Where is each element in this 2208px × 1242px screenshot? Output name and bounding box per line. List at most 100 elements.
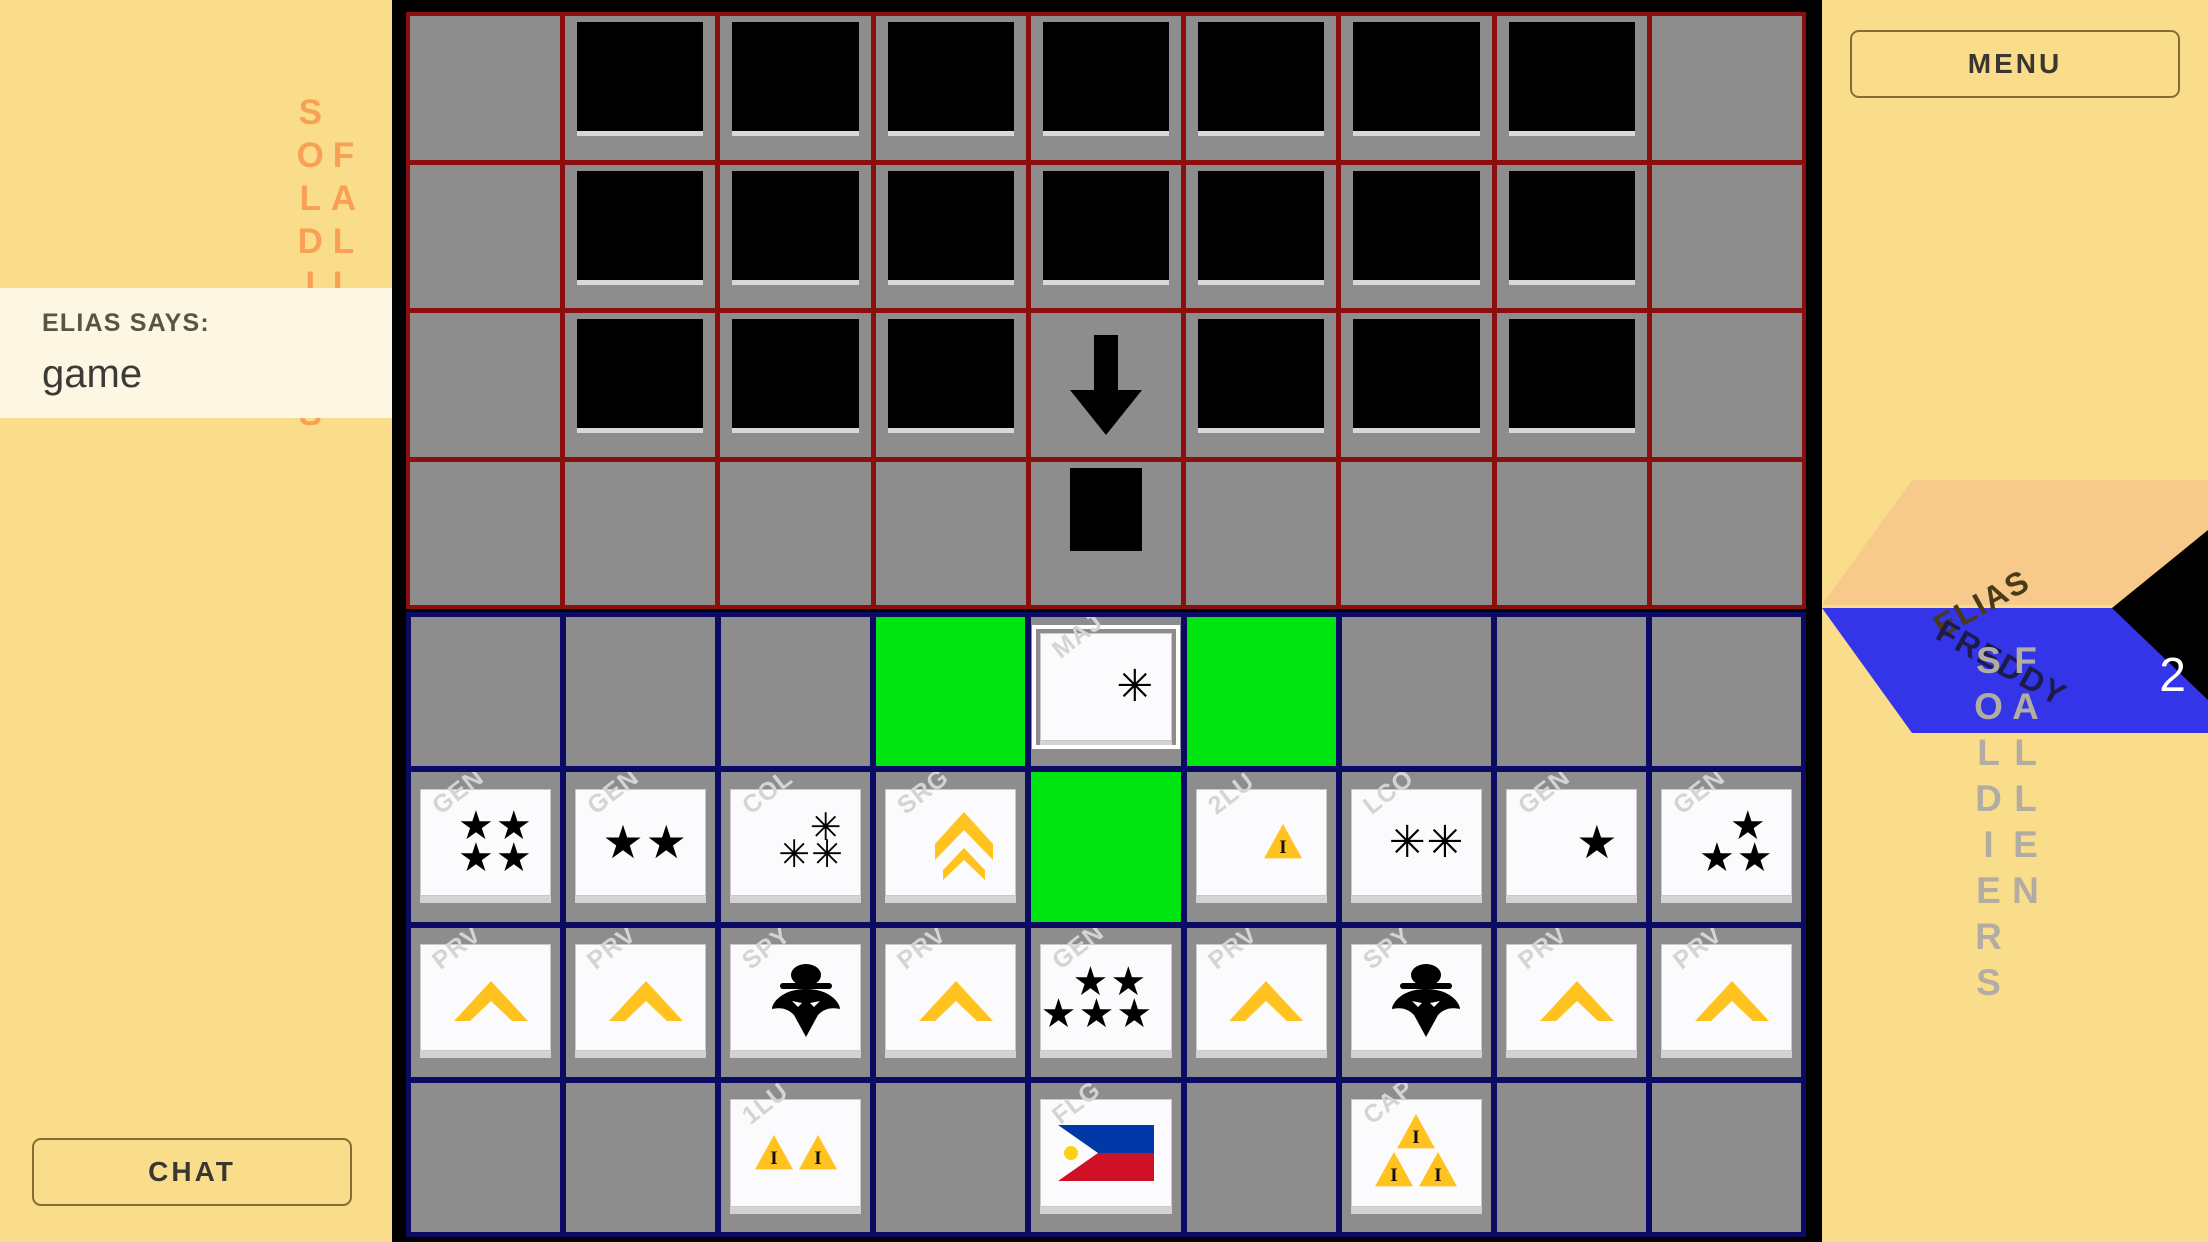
player-piece-cell[interactable]: GEN ★★ ★★ — [411, 772, 561, 922]
enemy-empty-cell[interactable] — [1341, 461, 1492, 605]
player-piece[interactable]: 2LU I — [1195, 772, 1327, 897]
player-empty-cell[interactable] — [411, 617, 561, 767]
player-piece[interactable]: 1LU I I — [730, 1083, 862, 1207]
player-piece-cell[interactable]: SRG — [876, 772, 1026, 922]
enemy-empty-cell[interactable] — [410, 164, 561, 308]
valid-move-cell[interactable] — [1031, 772, 1181, 922]
player-piece[interactable]: CAP I I I — [1350, 1083, 1482, 1207]
enemy-piece-facedown[interactable] — [1030, 461, 1182, 605]
piece-insignia — [1058, 1124, 1155, 1181]
player-piece-cell[interactable]: PRV — [876, 927, 1026, 1077]
enemy-piece-facedown[interactable] — [1341, 164, 1492, 308]
player-piece[interactable]: GEN ★★ — [575, 772, 707, 897]
facedown-piece-back — [1353, 22, 1480, 132]
player-piece[interactable]: SPY — [1350, 928, 1482, 1052]
enemy-empty-cell[interactable] — [875, 461, 1026, 605]
player-piece[interactable]: GEN ★★ ★★ — [419, 772, 552, 897]
player-piece[interactable]: MAJ ✳ — [1032, 617, 1180, 749]
enemy-empty-cell[interactable] — [1651, 164, 1802, 308]
player-empty-cell[interactable] — [411, 1082, 561, 1232]
enemy-piece-facedown[interactable] — [565, 313, 716, 457]
enemy-piece-facedown[interactable] — [1030, 16, 1182, 160]
player-piece-cell[interactable]: GEN ★★ ★★★ — [1031, 927, 1181, 1077]
enemy-piece-facedown[interactable] — [1341, 16, 1492, 160]
player-empty-cell[interactable] — [1341, 617, 1491, 767]
player-piece[interactable]: PRV — [575, 928, 707, 1052]
player-piece-cell[interactable]: SPY — [1341, 927, 1491, 1077]
enemy-empty-cell[interactable] — [410, 16, 561, 160]
player-piece-cell[interactable]: SPY — [721, 927, 871, 1077]
player-piece[interactable]: PRV — [885, 928, 1017, 1052]
player-board-grid[interactable]: MAJ ✳ GEN ★★ ★★ GEN ★★ COL ✳ ✳✳ SRG 2LU I LCO ✳✳ GEN ★ GE… — [406, 612, 1806, 1237]
move-arrow-cell[interactable] — [1030, 313, 1182, 457]
player-piece-cell[interactable]: MAJ ✳ — [1031, 617, 1181, 767]
player-piece-cell[interactable]: CAP I I I — [1341, 1082, 1491, 1232]
player-piece[interactable]: COL ✳ ✳✳ — [730, 772, 862, 897]
enemy-piece-facedown[interactable] — [1341, 313, 1492, 457]
player-piece-cell[interactable]: GEN ★ — [1496, 772, 1646, 922]
player-empty-cell[interactable] — [1496, 1082, 1646, 1232]
player-piece[interactable]: FLG — [1040, 1083, 1172, 1207]
player-piece-cell[interactable]: PRV — [1651, 927, 1801, 1077]
player-piece-cell[interactable]: PRV — [566, 927, 716, 1077]
enemy-empty-cell[interactable] — [1651, 313, 1802, 457]
player-empty-cell[interactable] — [1651, 1082, 1801, 1232]
enemy-piece-facedown[interactable] — [1030, 164, 1182, 308]
enemy-empty-cell[interactable] — [1186, 461, 1337, 605]
enemy-piece-facedown[interactable] — [1186, 313, 1337, 457]
enemy-empty-cell[interactable] — [565, 461, 716, 605]
enemy-empty-cell[interactable] — [410, 461, 561, 605]
player-piece-cell[interactable]: PRV — [1496, 927, 1646, 1077]
player-piece[interactable]: SRG — [885, 772, 1017, 897]
menu-button[interactable]: MENU — [1850, 30, 2180, 98]
player-empty-cell[interactable] — [1496, 617, 1646, 767]
player-piece[interactable]: GEN ★★ ★★★ — [1040, 928, 1172, 1052]
enemy-board-grid[interactable] — [406, 12, 1806, 609]
enemy-piece-facedown[interactable] — [720, 16, 871, 160]
enemy-piece-facedown[interactable] — [875, 16, 1026, 160]
enemy-piece-facedown[interactable] — [1496, 313, 1647, 457]
enemy-piece-facedown[interactable] — [565, 16, 716, 160]
enemy-empty-cell[interactable] — [1496, 461, 1647, 605]
player-piece[interactable]: PRV — [1195, 928, 1327, 1052]
enemy-piece-facedown[interactable] — [875, 313, 1026, 457]
enemy-piece-facedown[interactable] — [720, 313, 871, 457]
enemy-piece-facedown[interactable] — [1186, 16, 1337, 160]
private-chevron-icon — [919, 980, 994, 1021]
player-empty-cell[interactable] — [1651, 617, 1801, 767]
player-piece-cell[interactable]: GEN ★★ — [566, 772, 716, 922]
player-empty-cell[interactable] — [566, 1082, 716, 1232]
valid-move-cell[interactable] — [876, 617, 1026, 767]
enemy-piece-facedown[interactable] — [875, 164, 1026, 308]
player-piece-cell[interactable]: PRV — [411, 927, 561, 1077]
player-empty-cell[interactable] — [566, 617, 716, 767]
enemy-empty-cell[interactable] — [1651, 461, 1802, 605]
enemy-piece-facedown[interactable] — [720, 164, 871, 308]
player-piece-cell[interactable]: COL ✳ ✳✳ — [721, 772, 871, 922]
player-piece-cell[interactable]: PRV — [1186, 927, 1336, 1077]
valid-move-cell[interactable] — [1186, 617, 1336, 767]
enemy-piece-facedown[interactable] — [565, 164, 716, 308]
player-piece[interactable]: PRV — [1660, 928, 1793, 1052]
player-piece-cell[interactable]: GEN ★ ★★ — [1651, 772, 1801, 922]
chat-button[interactable]: CHAT — [32, 1138, 352, 1206]
player-piece[interactable]: PRV — [419, 928, 552, 1052]
player-piece[interactable]: PRV — [1505, 928, 1637, 1052]
enemy-empty-cell[interactable] — [720, 461, 871, 605]
enemy-empty-cell[interactable] — [410, 313, 561, 457]
player-empty-cell[interactable] — [721, 617, 871, 767]
enemy-piece-facedown[interactable] — [1496, 16, 1647, 160]
enemy-piece-facedown[interactable] — [1496, 164, 1647, 308]
enemy-empty-cell[interactable] — [1651, 16, 1802, 160]
player-piece-cell[interactable]: LCO ✳✳ — [1341, 772, 1491, 922]
player-piece-cell[interactable]: 2LU I — [1186, 772, 1336, 922]
player-piece-cell[interactable]: FLG — [1031, 1082, 1181, 1232]
player-piece[interactable]: GEN ★ — [1505, 772, 1637, 897]
player-piece[interactable]: LCO ✳✳ — [1350, 772, 1482, 897]
player-empty-cell[interactable] — [876, 1082, 1026, 1232]
player-empty-cell[interactable] — [1186, 1082, 1336, 1232]
player-piece[interactable]: SPY — [730, 928, 862, 1052]
player-piece-cell[interactable]: 1LU I I — [721, 1082, 871, 1232]
player-piece[interactable]: GEN ★ ★★ — [1660, 772, 1793, 897]
enemy-piece-facedown[interactable] — [1186, 164, 1337, 308]
